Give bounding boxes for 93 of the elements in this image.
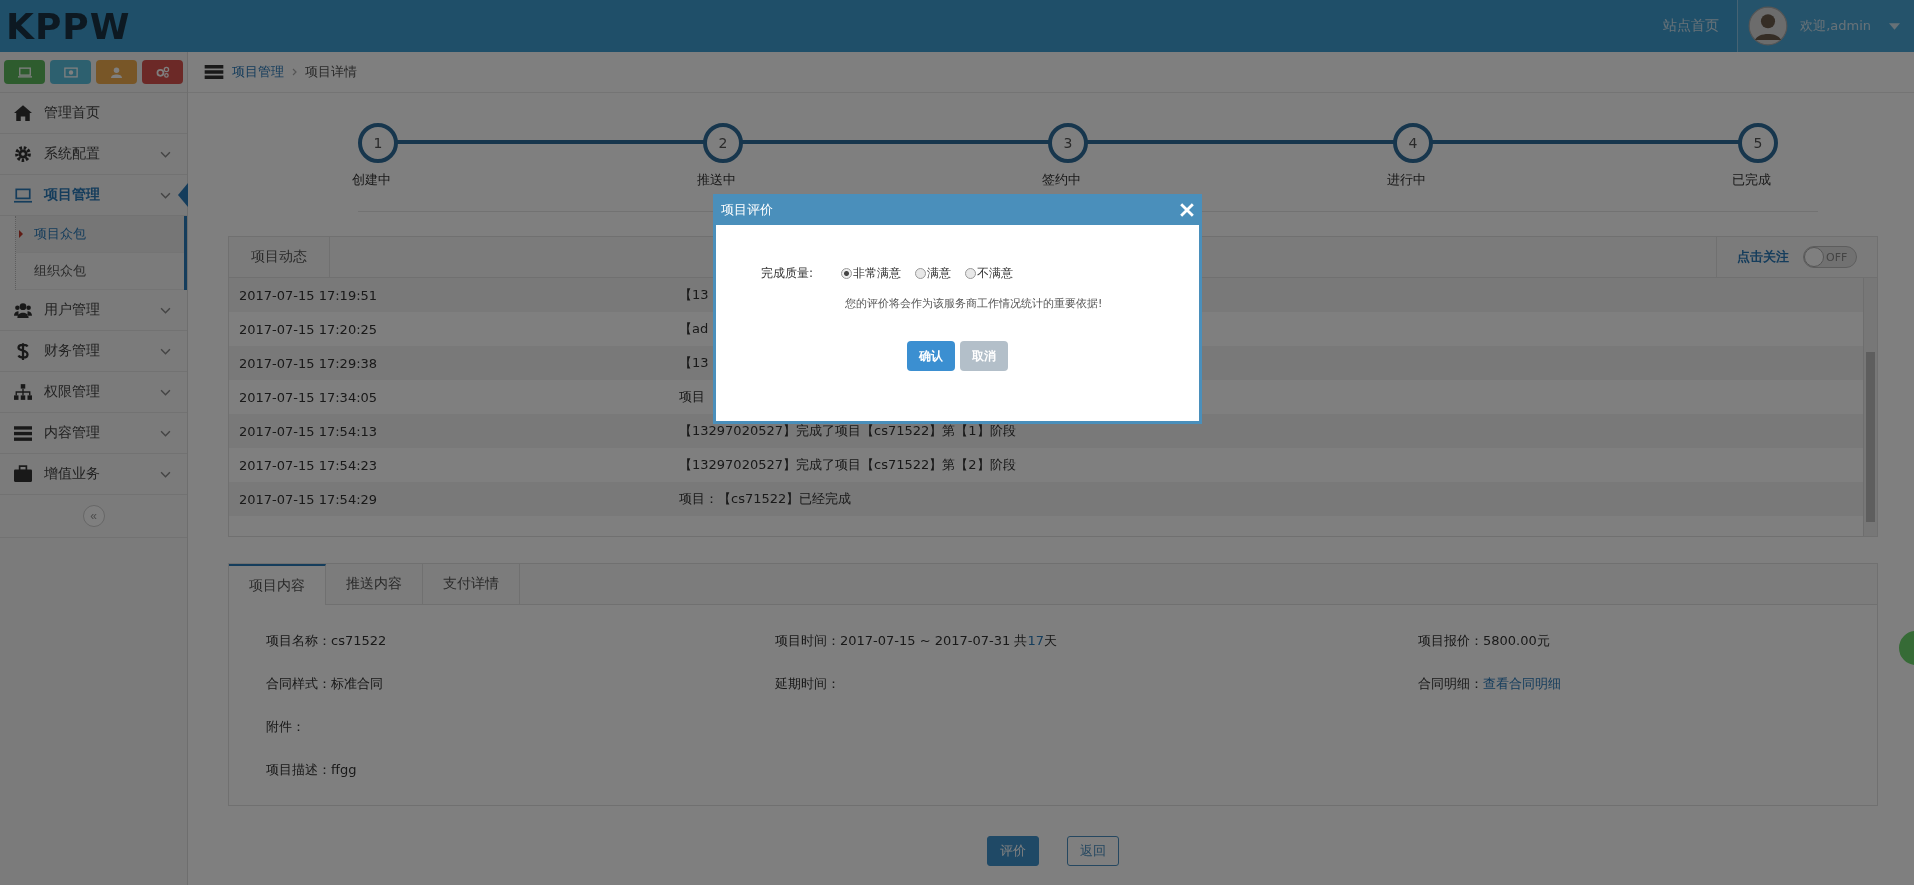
step-label: 创建中 xyxy=(352,171,391,189)
back-button[interactable]: 返回 xyxy=(1067,836,1119,866)
menu-item[interactable]: 财务管理 xyxy=(0,331,187,372)
chevron-down-icon xyxy=(160,306,171,314)
menu-icon xyxy=(14,104,32,122)
chevron-down-icon xyxy=(160,191,171,199)
collapse-button[interactable]: « xyxy=(82,505,105,527)
table-cell: 项目：【cs71522】已经完成 xyxy=(679,490,852,508)
shortcut-button[interactable] xyxy=(4,60,45,84)
confirm-button[interactable]: 确认 xyxy=(907,341,955,371)
menu-item[interactable]: 内容管理 xyxy=(0,413,187,454)
table-cell: 【13297020527】完成了项目【cs71522】第【2】阶段 xyxy=(679,456,1016,474)
avatar-icon xyxy=(1748,6,1789,46)
table-cell-text: 2017-07-15 17:54:29 xyxy=(238,491,379,507)
quality-label: 完成质量: xyxy=(761,265,815,282)
rating-radio[interactable]: 非常满意 xyxy=(841,265,901,282)
menu-item[interactable]: 管理首页 xyxy=(0,93,187,134)
active-pointer-icon xyxy=(178,183,188,207)
table-cell-text: 2017-07-15 17:20:25 xyxy=(238,321,379,337)
detail-field: 项目时间：2017-07-15 ~ 2017-07-31 共17天 xyxy=(775,619,1418,662)
detail-field: 延期时间： xyxy=(775,662,1418,705)
user-icon xyxy=(111,66,122,78)
table-cell: 【13 xyxy=(679,354,709,372)
scrollbar[interactable] xyxy=(1863,278,1877,536)
banknote-icon xyxy=(63,66,78,78)
detail-field: 项目名称：cs71522 xyxy=(266,619,775,662)
rating-radio[interactable]: 满意 xyxy=(915,265,951,282)
chevron-down-icon xyxy=(160,388,171,396)
step-label: 签约中 xyxy=(1042,171,1081,189)
tab[interactable]: 推送内容 xyxy=(326,564,423,604)
list-icon xyxy=(204,65,224,79)
caret-icon xyxy=(1889,22,1900,30)
tab[interactable]: 项目动态 xyxy=(229,237,330,277)
menu-icon xyxy=(14,186,32,204)
menu-item[interactable]: 增值业务 xyxy=(0,454,187,495)
submenu-item[interactable]: 项目众包 xyxy=(16,216,184,253)
menu-item[interactable]: 系统配置 xyxy=(0,134,187,175)
detail-field: 项目描述：ffgg xyxy=(266,748,775,791)
step-circle: 4 xyxy=(1393,123,1433,163)
submenu-item[interactable]: 组织众包 xyxy=(16,253,184,290)
shortcut-button[interactable] xyxy=(50,60,91,84)
table-cell: 【13297020527】完成了项目【cs71522】第【1】阶段 xyxy=(679,422,1016,440)
follow-link[interactable]: 点击关注 xyxy=(1737,248,1789,266)
chevron-down-icon xyxy=(160,470,171,478)
step-label: 推送中 xyxy=(697,171,736,189)
cancel-button[interactable]: 取消 xyxy=(960,341,1008,371)
menu-icon xyxy=(14,424,32,442)
gears-icon xyxy=(155,66,170,78)
close-icon[interactable] xyxy=(1180,202,1194,217)
menu-item[interactable]: 权限管理 xyxy=(0,372,187,413)
step-circle: 1 xyxy=(358,123,398,163)
detail-field: 合同明细：查看合同明细 xyxy=(1418,662,1877,705)
table-cell: 项目 xyxy=(679,388,705,406)
table-cell-text: 2017-07-15 17:29:38 xyxy=(238,355,379,371)
menu-icon xyxy=(14,342,32,360)
logo[interactable]: KPPW xyxy=(6,5,131,47)
table-cell-text: 2017-07-15 17:34:05 xyxy=(238,389,379,405)
step-circle: 5 xyxy=(1738,123,1778,163)
menu-item[interactable]: 用户管理 xyxy=(0,290,187,331)
menu-icon xyxy=(14,383,32,401)
table-cell-text: 2017-07-15 17:19:51 xyxy=(238,287,379,303)
step-label: 已完成 xyxy=(1732,171,1771,189)
triangle-icon xyxy=(19,230,23,238)
chevron-down-icon xyxy=(160,429,171,437)
table-cell-text: 2017-07-15 17:54:13 xyxy=(238,423,379,439)
contract-link[interactable]: 查看合同明细 xyxy=(1483,674,1561,693)
step-circle: 3 xyxy=(1048,123,1088,163)
detail-field: 附件： xyxy=(266,705,775,748)
rate-button[interactable]: 评价 xyxy=(987,836,1039,866)
chevron-right-icon xyxy=(292,68,297,76)
detail-field: 项目报价：5800.00元 xyxy=(1418,619,1877,662)
monitor-icon xyxy=(17,66,32,78)
shortcut-button[interactable] xyxy=(96,60,137,84)
table-cell: 【13 xyxy=(679,286,709,304)
step-circle: 2 xyxy=(703,123,743,163)
rating-note: 您的评价将会作为该服务商工作情况统计的重要依据! xyxy=(844,296,1104,311)
tab[interactable]: 支付详情 xyxy=(423,564,520,604)
menu-icon xyxy=(14,145,32,163)
menu-icon xyxy=(14,301,32,319)
chevron-down-icon xyxy=(160,150,171,158)
detail-field: 合同样式：标准合同 xyxy=(266,662,775,705)
table-cell: 【ad xyxy=(679,320,709,338)
menu-icon xyxy=(14,465,32,483)
shortcut-button[interactable] xyxy=(142,60,183,84)
site-home-link[interactable]: 站点首页 xyxy=(1645,17,1738,35)
dialog-title: 项目评价 xyxy=(721,200,773,219)
tab[interactable]: 项目内容 xyxy=(229,564,326,605)
breadcrumb-link[interactable]: 项目管理 xyxy=(232,63,284,81)
table-cell-text: 2017-07-15 17:54:23 xyxy=(238,457,379,473)
rating-radio[interactable]: 不满意 xyxy=(965,265,1013,282)
step-label: 进行中 xyxy=(1387,171,1426,189)
breadcrumb-link[interactable]: 项目详情 xyxy=(305,63,357,81)
chevron-down-icon xyxy=(160,347,171,355)
